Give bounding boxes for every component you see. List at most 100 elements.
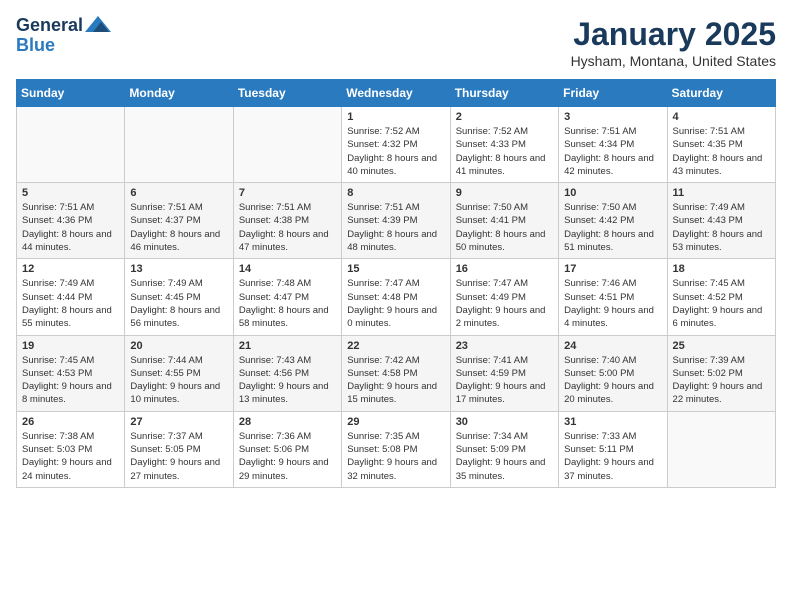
day-info: Sunrise: 7:39 AM Sunset: 5:02 PM Dayligh… [673,354,770,407]
day-info: Sunrise: 7:52 AM Sunset: 4:32 PM Dayligh… [347,125,444,178]
day-number: 21 [239,340,336,352]
table-row: 3 Sunrise: 7:51 AM Sunset: 4:34 PM Daylig… [559,107,667,183]
table-row: 28 Sunrise: 7:36 AM Sunset: 5:06 PM Dayli… [233,411,341,487]
day-number: 29 [347,416,444,428]
day-info: Sunrise: 7:47 AM Sunset: 4:48 PM Dayligh… [347,277,444,330]
table-row: 22 Sunrise: 7:42 AM Sunset: 4:58 PM Dayli… [342,335,450,411]
day-number: 17 [564,263,661,275]
day-info: Sunrise: 7:49 AM Sunset: 4:43 PM Dayligh… [673,201,770,254]
day-info: Sunrise: 7:49 AM Sunset: 4:45 PM Dayligh… [130,277,227,330]
day-info: Sunrise: 7:51 AM Sunset: 4:36 PM Dayligh… [22,201,119,254]
day-info: Sunrise: 7:51 AM Sunset: 4:35 PM Dayligh… [673,125,770,178]
location-subtitle: Hysham, Montana, United States [571,53,776,69]
day-number: 7 [239,187,336,199]
day-info: Sunrise: 7:50 AM Sunset: 4:41 PM Dayligh… [456,201,553,254]
calendar-header-row: Sunday Monday Tuesday Wednesday Thursday… [17,80,776,107]
day-number: 19 [22,340,119,352]
day-number: 8 [347,187,444,199]
day-number: 11 [673,187,770,199]
day-info: Sunrise: 7:34 AM Sunset: 5:09 PM Dayligh… [456,430,553,483]
day-info: Sunrise: 7:47 AM Sunset: 4:49 PM Dayligh… [456,277,553,330]
day-number: 1 [347,111,444,123]
table-row: 18Sunrise: 7:45 AM Sunset: 4:52 PM Dayli… [667,259,775,335]
table-row: 19 Sunrise: 7:45 AM Sunset: 4:53 PM Dayli… [17,335,125,411]
day-info: Sunrise: 7:51 AM Sunset: 4:38 PM Dayligh… [239,201,336,254]
table-row: 17 Sunrise: 7:46 AM Sunset: 4:51 PM Dayli… [559,259,667,335]
day-info: Sunrise: 7:52 AM Sunset: 4:33 PM Dayligh… [456,125,553,178]
col-wednesday: Wednesday [342,80,450,107]
day-number: 31 [564,416,661,428]
table-row [233,107,341,183]
table-row: 26 Sunrise: 7:38 AM Sunset: 5:03 PM Dayli… [17,411,125,487]
table-row: 21Sunrise: 7:43 AM Sunset: 4:56 PM Dayli… [233,335,341,411]
day-info: Sunrise: 7:36 AM Sunset: 5:06 PM Dayligh… [239,430,336,483]
logo: General Blue [16,16,111,56]
day-number: 20 [130,340,227,352]
day-number: 15 [347,263,444,275]
table-row: 6Sunrise: 7:51 AM Sunset: 4:37 PM Daylig… [125,183,233,259]
col-tuesday: Tuesday [233,80,341,107]
day-info: Sunrise: 7:51 AM Sunset: 4:39 PM Dayligh… [347,201,444,254]
day-number: 10 [564,187,661,199]
day-info: Sunrise: 7:35 AM Sunset: 5:08 PM Dayligh… [347,430,444,483]
day-info: Sunrise: 7:51 AM Sunset: 4:34 PM Dayligh… [564,125,661,178]
day-number: 26 [22,416,119,428]
day-number: 2 [456,111,553,123]
day-number: 14 [239,263,336,275]
day-info: Sunrise: 7:45 AM Sunset: 4:52 PM Dayligh… [673,277,770,330]
table-row: 15 Sunrise: 7:47 AM Sunset: 4:48 PM Dayli… [342,259,450,335]
logo-blue: Blue [16,36,55,56]
table-row: 29 Sunrise: 7:35 AM Sunset: 5:08 PM Dayli… [342,411,450,487]
table-row: 24 Sunrise: 7:40 AM Sunset: 5:00 PM Dayli… [559,335,667,411]
day-number: 22 [347,340,444,352]
day-info: Sunrise: 7:51 AM Sunset: 4:37 PM Dayligh… [130,201,227,254]
col-friday: Friday [559,80,667,107]
table-row: 25Sunrise: 7:39 AM Sunset: 5:02 PM Dayli… [667,335,775,411]
col-thursday: Thursday [450,80,558,107]
calendar-week-row: 26 Sunrise: 7:38 AM Sunset: 5:03 PM Dayli… [17,411,776,487]
day-number: 9 [456,187,553,199]
day-number: 30 [456,416,553,428]
calendar-week-row: 12 Sunrise: 7:49 AM Sunset: 4:44 PM Dayli… [17,259,776,335]
day-info: Sunrise: 7:38 AM Sunset: 5:03 PM Dayligh… [22,430,119,483]
table-row: 5 Sunrise: 7:51 AM Sunset: 4:36 PM Daylig… [17,183,125,259]
table-row: 2 Sunrise: 7:52 AM Sunset: 4:33 PM Daylig… [450,107,558,183]
table-row: 23Sunrise: 7:41 AM Sunset: 4:59 PM Dayli… [450,335,558,411]
table-row: 10Sunrise: 7:50 AM Sunset: 4:42 PM Dayli… [559,183,667,259]
title-block: January 2025 Hysham, Montana, United Sta… [571,16,776,69]
logo-general: General [16,16,83,36]
table-row: 14 Sunrise: 7:48 AM Sunset: 4:47 PM Dayli… [233,259,341,335]
day-number: 23 [456,340,553,352]
page-header: General Blue January 2025 Hysham, Montan… [16,16,776,69]
day-number: 27 [130,416,227,428]
month-title: January 2025 [571,16,776,53]
day-number: 12 [22,263,119,275]
calendar-week-row: 5 Sunrise: 7:51 AM Sunset: 4:36 PM Daylig… [17,183,776,259]
day-info: Sunrise: 7:45 AM Sunset: 4:53 PM Dayligh… [22,354,119,407]
table-row [17,107,125,183]
col-sunday: Sunday [17,80,125,107]
day-number: 16 [456,263,553,275]
day-number: 5 [22,187,119,199]
day-number: 3 [564,111,661,123]
day-number: 28 [239,416,336,428]
table-row: 16 Sunrise: 7:47 AM Sunset: 4:49 PM Dayli… [450,259,558,335]
day-info: Sunrise: 7:46 AM Sunset: 4:51 PM Dayligh… [564,277,661,330]
table-row: 27 Sunrise: 7:37 AM Sunset: 5:05 PM Dayli… [125,411,233,487]
table-row: 11 Sunrise: 7:49 AM Sunset: 4:43 PM Dayli… [667,183,775,259]
day-info: Sunrise: 7:40 AM Sunset: 5:00 PM Dayligh… [564,354,661,407]
col-monday: Monday [125,80,233,107]
table-row: 1 Sunrise: 7:52 AM Sunset: 4:32 PM Daylig… [342,107,450,183]
day-info: Sunrise: 7:49 AM Sunset: 4:44 PM Dayligh… [22,277,119,330]
table-row: 12 Sunrise: 7:49 AM Sunset: 4:44 PM Dayli… [17,259,125,335]
table-row [125,107,233,183]
day-number: 24 [564,340,661,352]
day-info: Sunrise: 7:48 AM Sunset: 4:47 PM Dayligh… [239,277,336,330]
day-info: Sunrise: 7:42 AM Sunset: 4:58 PM Dayligh… [347,354,444,407]
day-info: Sunrise: 7:37 AM Sunset: 5:05 PM Dayligh… [130,430,227,483]
table-row [667,411,775,487]
logo-icon [85,14,111,34]
calendar-week-row: 1 Sunrise: 7:52 AM Sunset: 4:32 PM Daylig… [17,107,776,183]
day-number: 4 [673,111,770,123]
table-row: 30 Sunrise: 7:34 AM Sunset: 5:09 PM Dayli… [450,411,558,487]
